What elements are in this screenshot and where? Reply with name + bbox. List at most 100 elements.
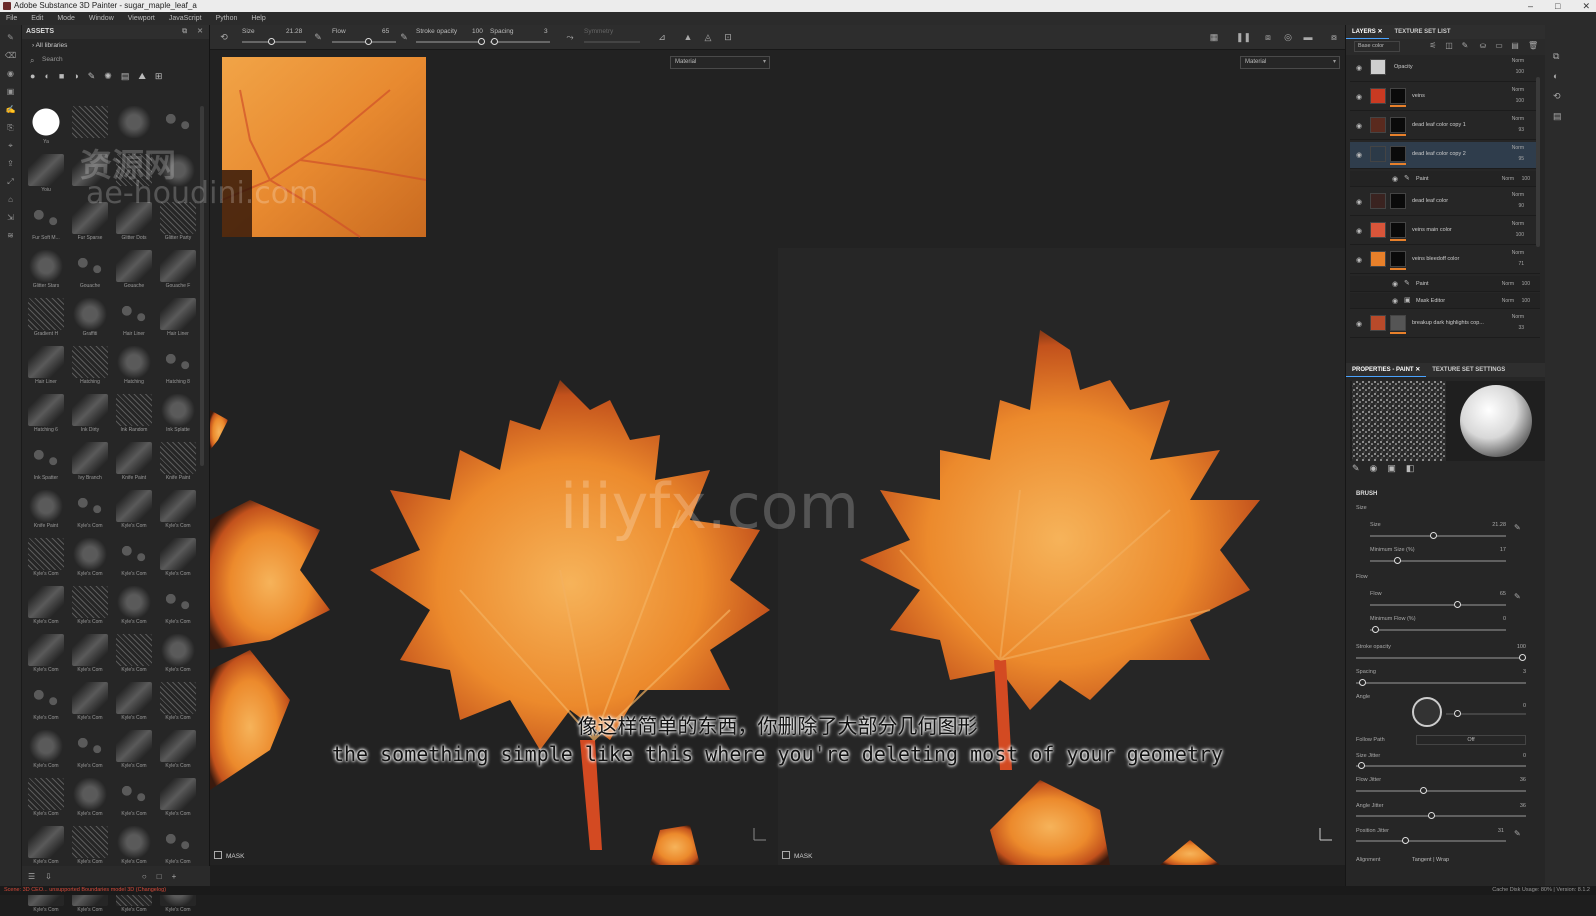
stroke-opacity-slider[interactable] [416,41,484,43]
asset-tile[interactable]: Ink Random [114,394,154,436]
sub-layer-row[interactable]: ◉ ▣ Mask Editor Norm 100 [1350,293,1540,309]
view-mode-icon[interactable]: ⧈ [1262,31,1274,43]
sub-layer-opacity[interactable]: 100 [1522,298,1530,304]
stencil-settings-icon[interactable]: ◧ [1406,463,1415,474]
layer-row[interactable]: ◉ breakup dark highlights cop... Norm 33 [1350,311,1540,338]
size-value[interactable]: 21.28 [1476,522,1506,528]
sub-layer-blend[interactable]: Norm [1502,176,1514,182]
flow-value[interactable]: 65 [382,28,389,35]
spacing-slider[interactable] [1356,682,1526,684]
asset-tile[interactable]: Kyle's Com [26,634,66,676]
flow-value[interactable]: 65 [1476,591,1506,597]
display-settings-icon[interactable]: ◐ [1553,71,1565,83]
pen-pressure-icon[interactable]: ✎ [312,31,324,43]
filter-alphas-icon[interactable]: ▤ [121,71,130,82]
filter-masks-icon[interactable]: ◑ [73,71,78,81]
visibility-eye-icon[interactable]: ◉ [1392,297,1398,305]
sub-layer-opacity[interactable]: 100 [1522,281,1530,287]
jitter-pressure-icon[interactable]: ✎ [1514,829,1521,838]
pause-icon[interactable]: ❚❚ [1236,31,1251,43]
asset-tile[interactable]: Hatching [70,346,110,388]
search-input[interactable]: Search [42,56,63,63]
min-size-slider[interactable] [1370,560,1506,562]
asset-tile[interactable]: Kyle's Com [114,826,154,868]
tab-texture-set-settings[interactable]: TEXTURE SET SETTINGS [1426,363,1511,377]
mask-thumbnail[interactable] [1390,315,1406,331]
layer-opacity[interactable]: 71 [1518,261,1524,267]
tab-texture-set-list[interactable]: TEXTURE SET LIST [1389,25,1457,39]
asset-tile[interactable]: Gouache F [158,250,198,292]
minimize-icon[interactable]: – [1528,0,1533,12]
angle-jitter-slider[interactable] [1356,815,1526,817]
camera-icon[interactable]: ◎ [1282,31,1294,43]
asset-tile[interactable]: Kyle's Com [70,730,110,772]
asset-tile[interactable]: Graffiti [70,298,110,340]
asset-tile[interactable]: Kyle's Com [26,586,66,628]
filter-materials-icon[interactable]: ● [30,71,35,81]
symmetry-slider[interactable] [584,41,640,43]
alignment-dropdown[interactable]: Tangent | Wrap [1412,855,1526,865]
video-icon[interactable]: ▬ [1302,31,1314,43]
history-icon[interactable]: ⟲ [1553,91,1565,103]
asset-tile[interactable]: Yoiu [26,154,66,196]
asset-tile[interactable]: Kyle's Com [70,778,110,820]
size-slider-handle[interactable] [268,38,275,45]
flow-pressure-icon[interactable]: ✎ [398,31,410,43]
layer-blend-mode[interactable]: Norm [1512,87,1524,93]
asset-tile[interactable]: Ink Spatter [26,442,66,484]
asset-tile[interactable]: Kyle's Com [70,682,110,724]
filter-brushes-icon[interactable]: ✎ [88,71,96,82]
asset-tile[interactable]: Knife Paint [114,442,154,484]
asset-tile[interactable]: Kyle's Com [158,730,198,772]
mask-thumbnail[interactable] [1390,193,1406,209]
spacing-handle[interactable] [491,38,498,45]
asset-tile[interactable]: Gradient H [26,298,66,340]
add-group-icon[interactable]: ▭ [1494,41,1504,51]
layer-blend-mode[interactable]: Norm [1512,192,1524,198]
display-settings-icon[interactable]: ▦ [1208,31,1220,43]
asset-tile[interactable]: Kyle's Com [158,586,198,628]
stroke-opacity-handle[interactable] [478,38,485,45]
asset-tile[interactable]: Hatching 6 [26,394,66,436]
layer-row-selected[interactable]: ◉ dead leaf color copy 2 Norm 95 [1350,142,1540,169]
tab-properties-paint[interactable]: PROPERTIES - PAINT ✕ [1346,363,1427,377]
add-paint-layer-icon[interactable]: ✎ [1460,41,1470,51]
menu-viewport[interactable]: Viewport [128,12,155,25]
layer-blend-mode[interactable]: Norm [1512,116,1524,122]
filter-particles-icon[interactable]: ✺ [104,71,112,82]
camera-align-icon[interactable]: ⊡ [722,31,734,43]
bake-icon[interactable]: ⇪ [5,159,17,169]
flow-jitter-handle[interactable] [1420,787,1427,794]
size-jitter-handle[interactable] [1358,762,1365,769]
lock-icon[interactable]: ⌂ [5,195,17,205]
angle-jitter-handle[interactable] [1428,812,1435,819]
pen-pressure-icon[interactable]: ✎ [1514,523,1521,532]
library-icon[interactable]: ≋ [5,231,17,241]
visibility-eye-icon[interactable]: ◉ [1392,175,1398,183]
min-flow-slider[interactable] [1370,629,1506,631]
eraser-icon[interactable]: ⌫ [5,51,17,61]
assets-search[interactable]: ⌕ Search [22,53,209,67]
asset-tile[interactable]: Kyle's Com [114,490,154,532]
asset-tile[interactable]: Kyle's Com [114,586,154,628]
mask-toggle-left[interactable]: MASK [214,851,244,860]
asset-tile[interactable]: Kyle's Com [70,490,110,532]
mask-thumbnail[interactable] [1390,222,1406,238]
grid-view-icon[interactable]: ⊞ [155,71,163,82]
mask-thumbnail[interactable] [1390,117,1406,133]
add-mask-icon[interactable]: ◫ [1444,41,1454,51]
material-dropdown-right[interactable]: Material [1240,56,1340,69]
flow-slider-handle[interactable] [1454,601,1461,608]
layer-opacity[interactable]: 100 [1516,232,1524,238]
asset-tile[interactable]: Hair Liner [114,298,154,340]
layer-blend-mode[interactable]: Norm [1512,221,1524,227]
asset-tile[interactable]: Kyle's Com [114,682,154,724]
asset-tile[interactable]: Hatching [114,346,154,388]
menu-file[interactable]: File [6,12,17,25]
sub-layer-blend[interactable]: Norm [1502,281,1514,287]
asset-tile[interactable]: Glitter Stars [26,250,66,292]
visibility-eye-icon[interactable]: ◉ [1356,64,1362,72]
visibility-eye-icon[interactable]: ◉ [1392,280,1398,288]
size-slider-handle[interactable] [1430,532,1437,539]
symmetry-icon[interactable]: ◬ [702,31,714,43]
